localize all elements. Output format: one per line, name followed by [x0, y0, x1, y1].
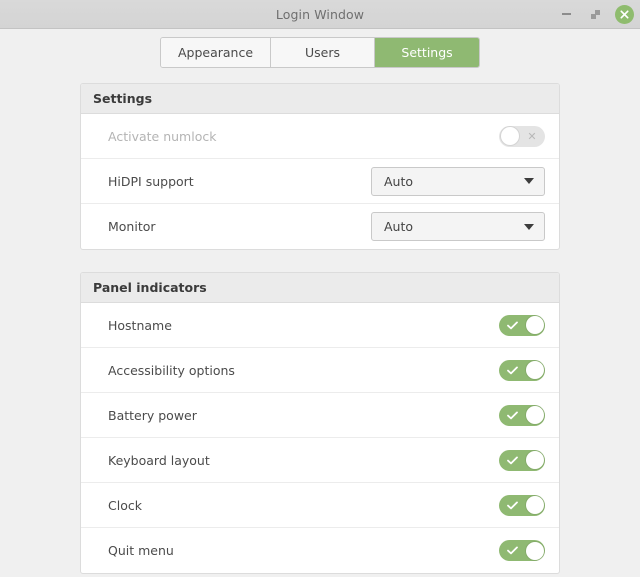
row-clock: Clock	[81, 483, 559, 528]
tab-segmented-control: Appearance Users Settings	[159, 36, 481, 68]
toggle-knob	[525, 541, 544, 560]
check-icon	[501, 495, 523, 516]
tab-appearance[interactable]: Appearance	[160, 37, 272, 67]
row-accessibility-options: Accessibility options	[81, 348, 559, 393]
panel-indicators-title: Panel indicators	[93, 280, 207, 295]
tab-settings-label: Settings	[401, 44, 453, 60]
toggle-hostname[interactable]	[499, 314, 545, 336]
panel-indicators: Panel indicators Hostname Accessibility …	[80, 272, 560, 574]
toggle-quit-menu[interactable]	[499, 540, 545, 561]
toggle-clock[interactable]	[499, 494, 545, 516]
check-icon	[501, 450, 523, 471]
dropdown-monitor-value: Auto	[384, 219, 414, 234]
toggle-knob	[525, 496, 544, 514]
row-monitor: Monitor Auto	[81, 204, 559, 249]
row-battery-power-label: Battery power	[108, 407, 197, 423]
chevron-down-icon	[524, 178, 534, 184]
check-icon	[501, 315, 523, 336]
settings-content: Settings Activate numlock ✕ HiDPI suppor…	[0, 75, 640, 574]
check-icon	[501, 540, 523, 561]
check-icon	[501, 360, 523, 381]
row-monitor-label: Monitor	[108, 219, 156, 234]
close-icon	[614, 4, 634, 24]
x-icon: ✕	[527, 129, 537, 143]
tab-settings[interactable]: Settings	[375, 37, 480, 67]
window-controls	[556, 0, 634, 28]
check-icon	[501, 405, 523, 426]
row-keyboard-layout-label: Keyboard layout	[108, 452, 210, 468]
minimize-button[interactable]	[556, 4, 576, 24]
panel-settings: Settings Activate numlock ✕ HiDPI suppor…	[80, 83, 560, 250]
maximize-button[interactable]	[585, 4, 605, 24]
row-hidpi-support-label: HiDPI support	[108, 173, 194, 189]
dropdown-hidpi-support[interactable]: Auto	[371, 166, 545, 196]
minimize-icon	[561, 13, 571, 15]
row-clock-label: Clock	[108, 497, 142, 513]
toggle-accessibility-options[interactable]	[499, 359, 545, 381]
row-quit-menu-label: Quit menu	[108, 543, 174, 558]
row-activate-numlock-label: Activate numlock	[108, 128, 217, 144]
toggle-activate-numlock[interactable]: ✕	[499, 125, 545, 147]
close-button[interactable]	[614, 4, 634, 24]
row-activate-numlock: Activate numlock ✕	[81, 114, 559, 159]
tab-users-label: Users	[305, 44, 341, 60]
toggle-knob	[525, 406, 544, 424]
panel-settings-title: Settings	[93, 91, 153, 106]
row-accessibility-options-label: Accessibility options	[108, 362, 235, 378]
window-titlebar: Login Window	[0, 0, 640, 29]
row-battery-power: Battery power	[81, 393, 559, 438]
tab-bar: Appearance Users Settings	[0, 29, 640, 75]
maximize-icon	[590, 9, 600, 19]
window-title: Login Window	[275, 6, 365, 22]
dropdown-hidpi-support-value: Auto	[384, 173, 414, 189]
toggle-knob	[525, 451, 544, 469]
row-quit-menu: Quit menu	[81, 528, 559, 573]
row-hostname: Hostname	[81, 303, 559, 348]
toggle-battery-power[interactable]	[499, 404, 545, 426]
row-keyboard-layout: Keyboard layout	[81, 438, 559, 483]
tab-users[interactable]: Users	[271, 37, 376, 67]
panel-settings-header: Settings	[81, 84, 559, 114]
row-hostname-label: Hostname	[108, 317, 172, 333]
dropdown-monitor[interactable]: Auto	[371, 212, 545, 241]
panel-indicators-header: Panel indicators	[81, 273, 559, 303]
toggle-knob	[500, 127, 519, 145]
row-hidpi-support: HiDPI support Auto	[81, 159, 559, 204]
toggle-knob	[525, 316, 544, 334]
toggle-keyboard-layout[interactable]	[499, 449, 545, 471]
chevron-down-icon	[524, 223, 534, 230]
toggle-knob	[525, 361, 544, 379]
tab-appearance-label: Appearance	[177, 44, 254, 60]
